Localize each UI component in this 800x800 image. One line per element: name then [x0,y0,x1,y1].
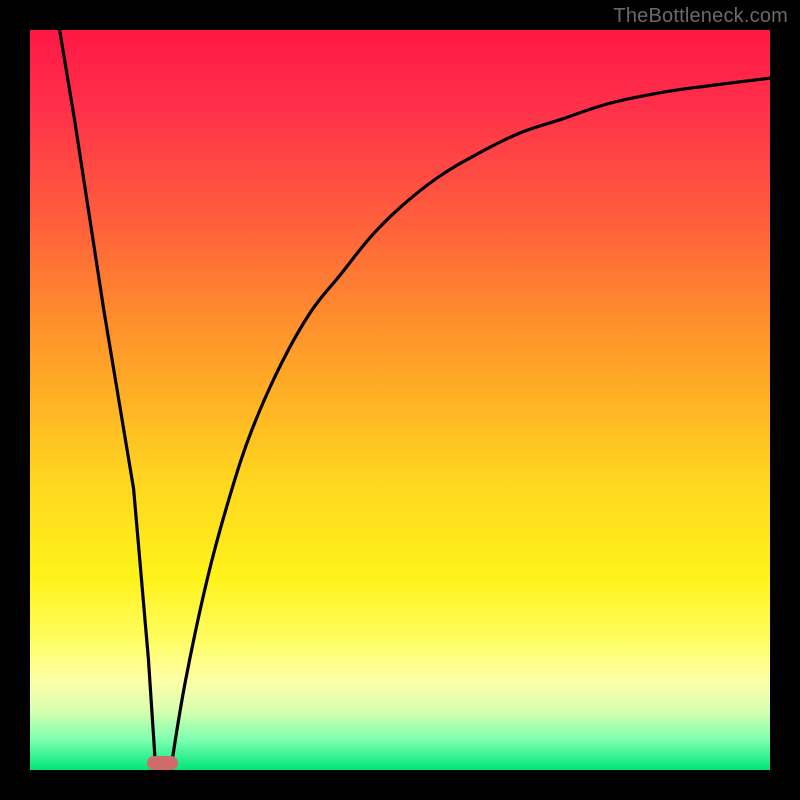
curve-layer [30,30,770,770]
plot-area [30,30,770,770]
watermark-text: TheBottleneck.com [613,5,788,28]
chart-frame: TheBottleneck.com [0,0,800,800]
bottleneck-marker [147,756,178,770]
curve-right-branch [171,78,770,770]
curve-left-branch [60,30,156,770]
